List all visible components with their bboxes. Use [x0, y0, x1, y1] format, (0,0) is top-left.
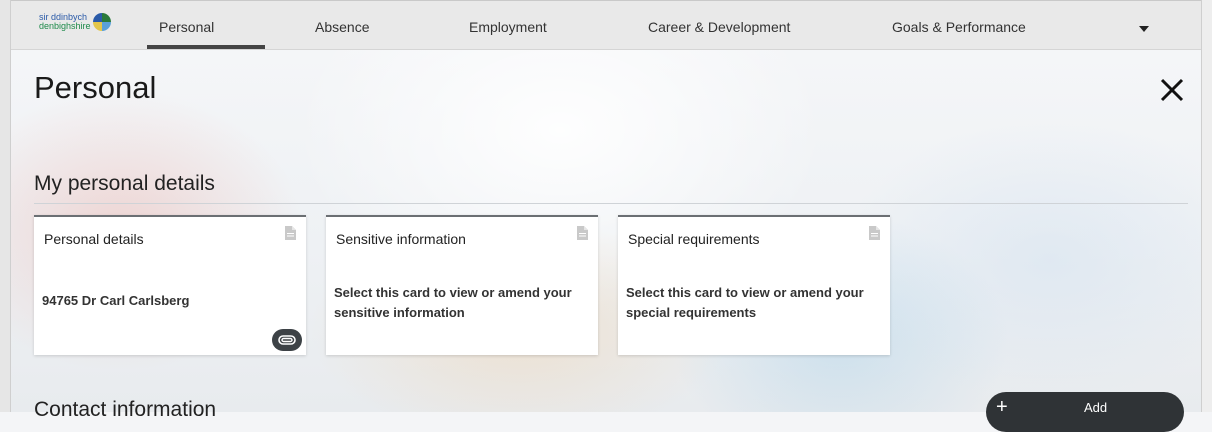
card-body: 94765 Dr Carl Carlsberg [42, 293, 190, 308]
nav-tab-personal[interactable]: Personal [159, 19, 214, 35]
nav-tab-employment[interactable]: Employment [469, 19, 547, 35]
add-contact-button[interactable]: + Add [986, 392, 1184, 432]
section-title-contact-information: Contact information [34, 398, 217, 421]
window-frame-right [1201, 0, 1212, 412]
nav-tab-absence[interactable]: Absence [315, 19, 369, 35]
active-tab-indicator [147, 45, 265, 49]
section-divider [34, 203, 1188, 204]
chevron-down-icon[interactable] [1139, 26, 1149, 32]
window-frame-left [0, 0, 11, 412]
close-icon[interactable] [1158, 76, 1186, 104]
document-icon [577, 226, 588, 240]
card-title: Personal details [44, 231, 144, 247]
card-personal-details[interactable]: Personal details 94765 Dr Carl Carlsberg [34, 215, 306, 355]
attachment-icon[interactable] [272, 329, 302, 351]
organisation-logo[interactable]: sir ddinbych denbighshire [39, 11, 117, 33]
plus-icon: + [996, 396, 1008, 418]
nav-tab-goals-performance[interactable]: Goals & Performance [892, 19, 1026, 35]
card-special-requirements[interactable]: Special requirements Select this card to… [618, 215, 890, 355]
card-body: Select this card to view or amend your s… [334, 285, 572, 320]
nav-tab-career-development[interactable]: Career & Development [648, 19, 790, 35]
card-title: Special requirements [628, 231, 760, 247]
section-title-personal-details: My personal details [34, 172, 215, 195]
document-icon [869, 226, 880, 240]
logo-wordmark: sir ddinbych denbighshire [39, 13, 91, 31]
add-button-label: Add [1084, 400, 1108, 415]
logo-emblem-icon [93, 13, 111, 31]
top-navigation: sir ddinbych denbighshire Personal Absen… [11, 1, 1201, 50]
card-title: Sensitive information [336, 231, 466, 247]
document-icon [285, 226, 296, 240]
card-body: Select this card to view or amend your s… [626, 285, 864, 320]
logo-line-2: denbighshire [39, 21, 91, 31]
card-sensitive-information[interactable]: Sensitive information Select this card t… [326, 215, 598, 355]
page-title: Personal [34, 70, 157, 105]
